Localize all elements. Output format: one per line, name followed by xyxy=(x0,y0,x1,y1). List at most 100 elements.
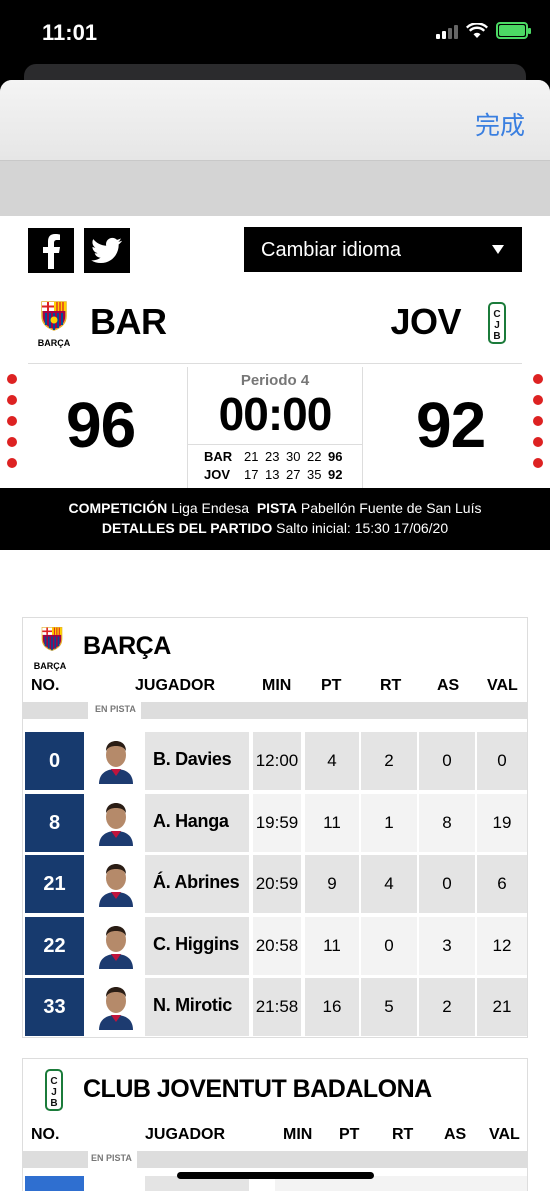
stat-val: 21 xyxy=(477,978,527,1036)
col-no[interactable]: NO. xyxy=(31,1126,59,1144)
dropdown-arrow-icon xyxy=(492,245,504,254)
stat-as: 8 xyxy=(419,793,475,852)
cjb-logo: C J B xyxy=(45,1069,63,1116)
col-as[interactable]: AS xyxy=(444,1126,466,1144)
col-rt[interactable]: RT xyxy=(392,1126,413,1144)
teams-header: BARÇA BAR JOV C J B xyxy=(0,298,550,348)
svg-text:C: C xyxy=(493,309,500,320)
barca-logo-text: BARÇA xyxy=(37,338,71,348)
player-name[interactable]: Á. Abrines xyxy=(145,855,249,913)
home-score: 96 xyxy=(66,389,136,461)
detalles-label: DETALLES DEL PARTIDO xyxy=(101,520,273,536)
col-pt[interactable]: PT xyxy=(321,677,341,695)
player-number: 22 xyxy=(25,916,84,975)
table-row[interactable]: 21 Á. Abrines 20:59 9 4 0 6 xyxy=(23,852,527,914)
home-fouls-indicator xyxy=(7,374,17,468)
col-pt[interactable]: PT xyxy=(339,1126,359,1144)
stat-pt: 9 xyxy=(305,855,359,913)
table-row[interactable]: 22 C. Higgins 20:58 11 0 3 12 xyxy=(23,913,527,976)
player-number: 0 xyxy=(25,732,84,790)
player-photo xyxy=(89,793,143,852)
nav-bar: 完成 xyxy=(0,80,550,161)
game-clock-box: Periodo 4 00:00 BAR 21 23 30 22 96 JOV 1… xyxy=(187,367,363,488)
col-jugador[interactable]: JUGADOR xyxy=(145,1126,225,1144)
stat-val: 0 xyxy=(477,732,527,790)
competicion-label: COMPETICIÓN xyxy=(68,500,168,516)
stat-rt: 0 xyxy=(361,916,417,975)
stat-min: 20:58 xyxy=(253,916,301,975)
quarter-row-home: BAR 21 23 30 22 96 xyxy=(204,449,343,464)
team-name: CLUB JOVENTUT BADALONA xyxy=(83,1075,432,1103)
match-info-bar: COMPETICIÓN Liga Endesa PISTA Pabellón F… xyxy=(0,488,550,550)
stat-val: 12 xyxy=(477,916,527,975)
en-pista-row: EN PISTA xyxy=(23,702,527,719)
competicion-value: Liga Endesa xyxy=(171,500,250,516)
stat-pt: 11 xyxy=(305,793,359,852)
facebook-button[interactable] xyxy=(28,228,74,273)
facebook-icon xyxy=(43,233,60,269)
team-name: BARÇA xyxy=(83,632,171,660)
stat-min: 20:59 xyxy=(253,855,301,913)
table-row[interactable]: 33 N. Mirotic 21:58 16 5 2 21 xyxy=(23,975,527,1037)
away-fouls-indicator xyxy=(533,374,543,468)
player-name[interactable]: B. Davies xyxy=(145,732,249,790)
player-number: 33 xyxy=(25,978,84,1036)
svg-text:J: J xyxy=(51,1087,57,1098)
stat-min: 12:00 xyxy=(253,732,301,790)
team-stats-card-barca: BARÇA BARÇA NO. JUGADOR MIN PT RT AS VAL… xyxy=(22,617,528,1038)
language-select-label: Cambiar idioma xyxy=(261,239,402,261)
stat-min: 19:59 xyxy=(253,793,301,852)
wifi-icon xyxy=(466,22,488,38)
player-number: 8 xyxy=(25,793,84,852)
col-val[interactable]: VAL xyxy=(489,1126,520,1144)
svg-text:B: B xyxy=(50,1098,57,1109)
stat-rt: 4 xyxy=(361,855,417,913)
player-photo xyxy=(89,732,143,790)
col-jugador[interactable]: JUGADOR xyxy=(135,677,215,695)
stat-pt: 11 xyxy=(305,916,359,975)
svg-text:J: J xyxy=(494,320,500,331)
quarter-scores: BAR 21 23 30 22 96 JOV 17 13 27 35 92 xyxy=(188,444,362,484)
table-row[interactable]: 8 A. Hanga 19:59 11 1 8 19 xyxy=(23,790,527,853)
language-select[interactable]: Cambiar idioma xyxy=(244,227,522,272)
stat-val: 6 xyxy=(477,855,527,913)
barca-logo: BARÇA xyxy=(36,300,72,348)
away-score: 92 xyxy=(416,389,486,461)
twitter-button[interactable] xyxy=(84,228,130,273)
barca-logo-text: BARÇA xyxy=(33,661,67,671)
col-min[interactable]: MIN xyxy=(262,677,291,695)
column-headers: NO. JUGADOR MIN PT RT AS VAL xyxy=(23,672,527,702)
svg-text:C: C xyxy=(50,1076,57,1087)
table-row[interactable]: 0 B. Davies 12:00 4 2 0 0 xyxy=(23,729,527,791)
stat-as: 3 xyxy=(419,916,475,975)
home-team-code: BAR xyxy=(90,301,167,342)
stat-val: 19 xyxy=(477,793,527,852)
player-name[interactable]: C. Higgins xyxy=(145,916,249,975)
card-header: C J B CLUB JOVENTUT BADALONA xyxy=(23,1059,527,1113)
col-as[interactable]: AS xyxy=(437,677,459,695)
toolbar-band xyxy=(0,161,550,216)
stat-as: 0 xyxy=(419,855,475,913)
en-pista-row: EN PISTA xyxy=(23,1151,527,1168)
player-name[interactable]: A. Hanga xyxy=(145,793,249,852)
col-no[interactable]: NO. xyxy=(31,677,59,695)
col-rt[interactable]: RT xyxy=(380,677,401,695)
home-indicator[interactable] xyxy=(177,1172,374,1179)
status-bar: 11:01 xyxy=(0,0,550,66)
status-icons xyxy=(436,22,531,39)
battery-icon xyxy=(496,22,531,39)
en-pista-label: EN PISTA xyxy=(91,1153,132,1163)
col-val[interactable]: VAL xyxy=(487,677,518,695)
barca-logo: BARÇA xyxy=(34,626,67,671)
twitter-icon xyxy=(91,237,122,263)
stat-rt: 2 xyxy=(361,732,417,790)
pista-value: Pabellón Fuente de San Luís xyxy=(300,500,482,516)
col-min[interactable]: MIN xyxy=(283,1126,312,1144)
done-button[interactable]: 完成 xyxy=(475,106,525,142)
stat-pt: 4 xyxy=(305,732,359,790)
player-photo xyxy=(89,855,143,913)
away-team-code: JOV xyxy=(390,301,461,342)
player-name[interactable]: N. Mirotic xyxy=(145,978,249,1036)
stat-min: 21:58 xyxy=(253,978,301,1036)
player-number: 21 xyxy=(25,855,84,913)
